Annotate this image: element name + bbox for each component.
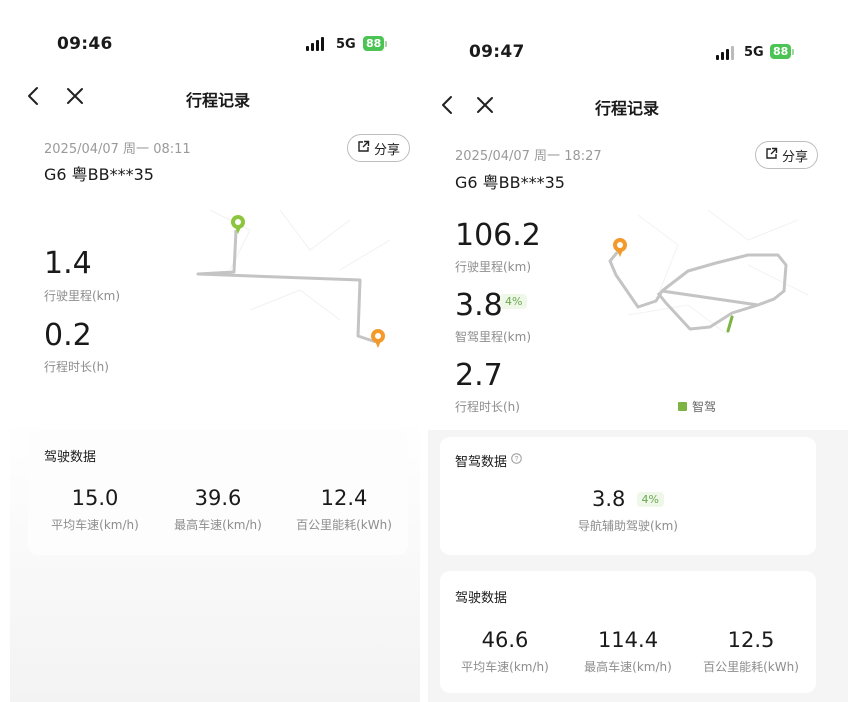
signal-icon (716, 46, 734, 60)
duration-label: 行程时长(h) (44, 360, 109, 374)
duration-value: 0.2 (44, 318, 92, 353)
energy-label: 百公里能耗(kWh) (703, 660, 799, 674)
energy-value: 12.5 (727, 628, 775, 652)
driving-data-card: 驾驶数据 46.6 平均车速(km/h) 114.4 最高车速(km/h) 12… (440, 571, 816, 693)
distance-value: 1.4 (44, 246, 92, 281)
page-title: 行程记录 (186, 91, 251, 110)
legend-swatch (678, 402, 687, 411)
map-legend: 智驾 (678, 398, 716, 415)
max-speed-label: 最高车速(km/h) (584, 660, 672, 674)
battery-icon: 88 (770, 44, 795, 59)
route-map[interactable] (598, 205, 818, 345)
nav-assist-value: 3.8 (592, 487, 626, 511)
smart-driving-card: 智驾数据 ? 3.8 4% 导航辅助驾驶(km) (440, 437, 816, 555)
nav-assist-stat: 3.8 4% 导航辅助驾驶(km) (440, 487, 816, 534)
smart-distance-value: 3.8 (455, 288, 503, 323)
max-speed-label: 最高车速(km/h) (174, 518, 262, 532)
route-line (608, 248, 788, 331)
share-icon (765, 147, 778, 164)
help-icon[interactable]: ? (511, 453, 522, 468)
avg-speed-label: 平均车速(km/h) (461, 660, 549, 674)
nav-assist-label: 导航辅助驾驶(km) (577, 519, 678, 533)
trip-datetime: 2025/04/07 周一 08:11 (44, 142, 191, 157)
max-speed-value: 39.6 (194, 486, 242, 510)
back-icon[interactable] (26, 86, 40, 106)
signal-icon (306, 37, 324, 51)
share-label: 分享 (374, 142, 401, 158)
distance-label: 行驶里程(km) (44, 289, 121, 303)
trip-screen-morning: 09:46 5G 88 行程记录 2025/04/07 周一 08:11 G6 … (10, 0, 420, 702)
route-map[interactable] (190, 200, 410, 360)
map-background (627, 209, 809, 336)
smart-data-title-text: 智驾数据 (455, 455, 508, 470)
status-time: 09:46 (57, 34, 113, 54)
driving-data-card: 驾驶数据 15.0 平均车速(km/h) 39.6 最高车速(km/h) 12.… (28, 430, 408, 555)
energy-value: 12.4 (320, 486, 368, 510)
share-button[interactable]: 分享 (347, 134, 411, 162)
network-type: 5G (336, 37, 356, 52)
status-time: 09:47 (469, 42, 525, 62)
end-pin-icon (371, 329, 385, 348)
share-label: 分享 (782, 149, 809, 165)
max-speed-stat: 39.6 最高车速(km/h) (163, 486, 273, 533)
back-icon[interactable] (440, 95, 454, 115)
route-line (196, 229, 377, 344)
svg-text:?: ? (515, 456, 519, 463)
share-button[interactable]: 分享 (755, 141, 819, 169)
battery-level: 88 (770, 44, 792, 59)
trip-screen-evening: 09:47 5G 88 行程记录 2025/04/07 周一 18:27 G6 … (428, 0, 848, 702)
distance-value: 106.2 (455, 218, 541, 253)
page-title: 行程记录 (595, 99, 660, 118)
smart-data-title: 智驾数据 ? (455, 451, 522, 470)
network-type: 5G (744, 45, 764, 60)
energy-stat: 12.4 百公里能耗(kWh) (286, 486, 402, 533)
avg-speed-stat: 46.6 平均车速(km/h) (450, 628, 560, 675)
trip-datetime: 2025/04/07 周一 18:27 (455, 149, 602, 164)
vehicle-plate: G6 粤BB***35 (44, 165, 154, 184)
smart-route-segment (726, 315, 734, 333)
legend-label: 智驾 (692, 400, 717, 414)
avg-speed-value: 15.0 (71, 486, 119, 510)
close-icon[interactable] (476, 96, 494, 114)
battery-icon: 88 (363, 36, 388, 51)
energy-stat: 12.5 百公里能耗(kWh) (692, 628, 810, 675)
smart-distance-label: 智驾里程(km) (455, 330, 532, 344)
share-icon (357, 140, 370, 157)
vehicle-plate: G6 粤BB***35 (455, 173, 565, 192)
avg-speed-label: 平均车速(km/h) (51, 518, 139, 532)
energy-label: 百公里能耗(kWh) (296, 518, 392, 532)
max-speed-stat: 114.4 最高车速(km/h) (573, 628, 683, 675)
duration-label: 行程时长(h) (455, 400, 520, 414)
driving-data-title: 驾驶数据 (44, 450, 97, 465)
distance-label: 行驶里程(km) (455, 260, 532, 274)
start-pin-icon (231, 215, 245, 234)
smart-percent-badge: 4% (500, 294, 528, 309)
nav-assist-badge: 4% (636, 492, 664, 507)
max-speed-value: 114.4 (597, 628, 659, 652)
driving-data-title: 驾驶数据 (455, 591, 508, 606)
duration-value: 2.7 (455, 358, 503, 393)
avg-speed-stat: 15.0 平均车速(km/h) (40, 486, 150, 533)
battery-level: 88 (363, 36, 385, 51)
close-icon[interactable] (66, 87, 84, 105)
avg-speed-value: 46.6 (481, 628, 529, 652)
